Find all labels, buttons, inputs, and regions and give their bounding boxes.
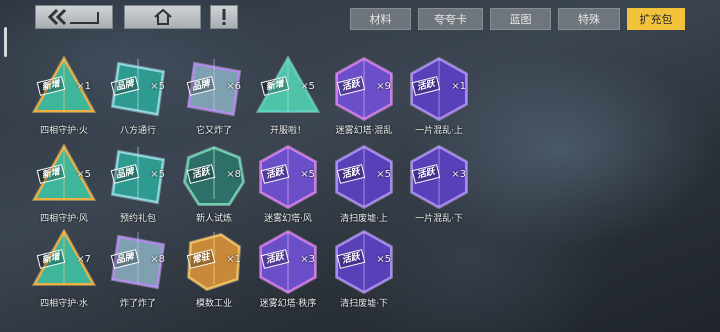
pack-icon: 常驻 ×1 <box>181 229 247 295</box>
pack-name: 一片混乱·上 <box>415 126 463 136</box>
alert-button[interactable] <box>210 5 238 29</box>
pack-icon: 活跃 ×5 <box>255 144 321 210</box>
pack-count: ×8 <box>150 254 165 265</box>
pack-item[interactable]: 活跃 ×3 迷雾幻塔·秩序 <box>250 229 326 309</box>
pack-count: ×9 <box>376 81 391 92</box>
pack-name: 一片混乱·下 <box>415 214 463 224</box>
pack-icon: 活跃 ×8 <box>181 144 247 210</box>
back-arrow-icon <box>47 8 99 26</box>
pack-icon: 品牌 ×5 <box>105 144 171 210</box>
pack-icon: 活跃 ×3 <box>255 229 321 295</box>
tab-special[interactable]: 特殊 <box>558 8 620 30</box>
pack-name: 迷雾幻塔·秩序 <box>259 299 317 309</box>
pack-count: ×5 <box>376 169 391 180</box>
pack-name: 清扫废墟·上 <box>340 214 388 224</box>
pack-icon: 活跃 ×9 <box>331 56 397 122</box>
pack-item[interactable]: 活跃 ×5 清扫废墟·下 <box>326 229 402 309</box>
pack-icon: 新增 ×5 <box>255 56 321 122</box>
pack-item[interactable]: 活跃 ×8 新人试炼 <box>176 144 252 224</box>
pack-count: ×5 <box>300 169 315 180</box>
pack-item[interactable]: 活跃 ×5 迷雾幻塔·风 <box>250 144 326 224</box>
pack-count: ×5 <box>150 81 165 92</box>
pack-icon: 新增 ×1 <box>31 56 97 122</box>
tab-expansion-pack[interactable]: 扩充包 <box>627 8 685 30</box>
pack-count: ×3 <box>300 254 315 265</box>
pack-item[interactable]: 活跃 ×9 迷雾幻塔·混乱 <box>326 56 402 136</box>
pack-item[interactable]: 新增 ×7 四相守护·水 <box>26 229 102 309</box>
pack-name: 八方通行 <box>119 126 156 136</box>
pack-name: 它又炸了 <box>195 126 232 136</box>
pack-item[interactable]: 品牌 ×5 预约礼包 <box>100 144 176 224</box>
tab-praise-card[interactable]: 夸夸卡 <box>418 8 483 30</box>
pack-name: 模数工业 <box>195 299 232 309</box>
pack-count: ×1 <box>451 81 466 92</box>
pack-item[interactable]: 活跃 ×3 一片混乱·下 <box>401 144 477 224</box>
pack-count: ×1 <box>76 81 91 92</box>
pack-name: 预约礼包 <box>119 214 156 224</box>
pack-name: 四相守护·火 <box>40 126 88 136</box>
pack-item[interactable]: 常驻 ×1 模数工业 <box>176 229 252 309</box>
pack-item[interactable]: 品牌 ×5 八方通行 <box>100 56 176 136</box>
pack-item[interactable]: 活跃 ×1 一片混乱·上 <box>401 56 477 136</box>
pack-item[interactable]: 品牌 ×8 炸了炸了 <box>100 229 176 309</box>
pack-item[interactable]: 新增 ×5 四相守护·风 <box>26 144 102 224</box>
pack-icon: 活跃 ×5 <box>331 229 397 295</box>
expansion-pack-grid: 新增 ×1 四相守护·火 品牌 ×5 八方通行 品牌 ×6 它又炸了 新增 ×5 开服啦！ 活跃 ×9 迷雾… <box>26 56 476 326</box>
home-button[interactable] <box>124 5 201 29</box>
pack-name: 新人试炼 <box>195 214 232 224</box>
scroll-indicator[interactable] <box>4 27 7 57</box>
pack-name: 四相守护·水 <box>40 299 88 309</box>
pack-name: 开服啦！ <box>269 126 306 136</box>
pack-icon: 活跃 ×1 <box>406 56 472 122</box>
pack-item[interactable]: 活跃 ×5 清扫废墟·上 <box>326 144 402 224</box>
pack-icon: 品牌 ×5 <box>105 56 171 122</box>
home-icon <box>153 8 172 25</box>
exclamation-icon <box>222 9 226 25</box>
pack-count: ×5 <box>376 254 391 265</box>
pack-count: ×1 <box>226 254 241 265</box>
pack-name: 迷雾幻塔·混乱 <box>335 126 393 136</box>
pack-count: ×5 <box>150 169 165 180</box>
pack-count: ×5 <box>76 169 91 180</box>
pack-name: 炸了炸了 <box>119 299 156 309</box>
pack-count: ×5 <box>300 81 315 92</box>
back-button[interactable] <box>35 5 113 29</box>
pack-item[interactable]: 新增 ×5 开服啦！ <box>250 56 326 136</box>
tab-blueprint[interactable]: 蓝图 <box>490 8 551 30</box>
pack-name: 四相守护·风 <box>40 214 88 224</box>
pack-count: ×3 <box>451 169 466 180</box>
pack-icon: 品牌 ×6 <box>181 56 247 122</box>
pack-icon: 活跃 ×5 <box>331 144 397 210</box>
pack-icon: 新增 ×5 <box>31 144 97 210</box>
pack-name: 清扫废墟·下 <box>340 299 388 309</box>
pack-item[interactable]: 新增 ×1 四相守护·火 <box>26 56 102 136</box>
pack-name: 迷雾幻塔·风 <box>264 214 312 224</box>
pack-item[interactable]: 品牌 ×6 它又炸了 <box>176 56 252 136</box>
category-tabs: 材料 夸夸卡 蓝图 特殊 扩充包 <box>350 8 692 30</box>
pack-icon: 活跃 ×3 <box>406 144 472 210</box>
pack-icon: 品牌 ×8 <box>105 229 171 295</box>
pack-count: ×7 <box>76 254 91 265</box>
pack-count: ×6 <box>226 81 241 92</box>
pack-count: ×8 <box>226 169 241 180</box>
tab-materials[interactable]: 材料 <box>350 8 411 30</box>
pack-icon: 新增 ×7 <box>31 229 97 295</box>
